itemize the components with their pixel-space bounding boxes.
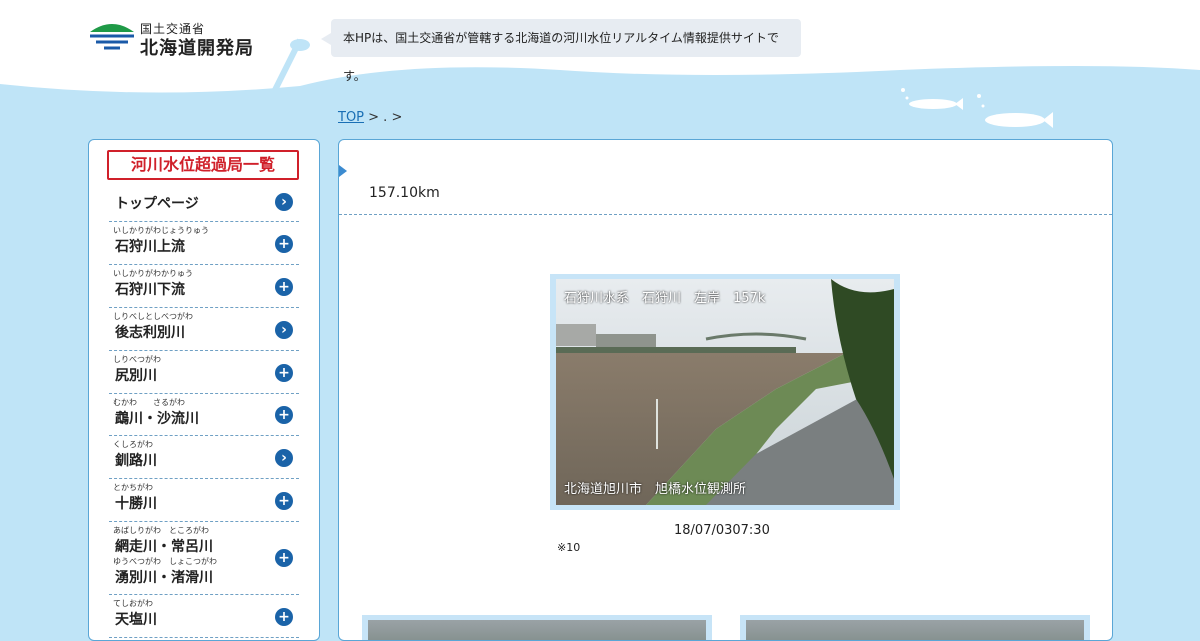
image-timestamp: 18/07/0307:30 xyxy=(674,523,770,538)
sidebar-item-shiribetsu[interactable]: しりべつがわ 尻別川 + xyxy=(109,351,299,394)
sidebar-item-ruby: くしろがわ xyxy=(113,440,153,449)
sidebar-item-ruby: しりべつがわ xyxy=(113,355,161,364)
sidebar-item-label: 石狩川下流 xyxy=(115,282,185,298)
camera-caption-top: 石狩川水系 石狩川 左岸 157k xyxy=(564,291,766,306)
plus-icon: + xyxy=(275,235,293,253)
sidebar-item-label: 石狩川上流 xyxy=(115,239,185,255)
sidebar-item-ruby: しりべしとしべつがわ xyxy=(113,312,193,321)
sidebar-item-ruby: いしかりがわじょうりゅう xyxy=(113,226,209,235)
sidebar-item-ruby: てしおがわ xyxy=(113,599,153,608)
sidebar-item-label: 十勝川 xyxy=(115,496,157,512)
sidebar-item-top-page[interactable]: トップページ › xyxy=(109,183,299,222)
breadcrumb-top-link[interactable]: TOP xyxy=(338,110,364,125)
plus-icon: + xyxy=(275,364,293,382)
plus-icon: + xyxy=(275,549,293,567)
sidebar-item-abashiri-tokoro-yubetsu-shokotsu[interactable]: あばしりがわ ところがわ 網走川・常呂川 ゆうべつがわ しょこつがわ 湧別川・渚… xyxy=(109,522,299,595)
sidebar-item-ishikari-lower[interactable]: いしかりがわかりゅう 石狩川下流 + xyxy=(109,265,299,308)
river-camera-picture xyxy=(556,279,894,505)
sidebar-item-label: 鵡川・沙流川 xyxy=(115,411,199,427)
triangle-marker-icon xyxy=(339,165,347,177)
breadcrumb: TOP > . > xyxy=(338,110,402,125)
camera-caption-bottom: 北海道旭川市 旭橋水位観測所 xyxy=(564,482,747,497)
sidebar-list: トップページ › いしかりがわじょうりゅう 石狩川上流 + いしかりがわかりゅう… xyxy=(109,183,299,638)
camera-thumbnail[interactable] xyxy=(740,615,1090,640)
mlit-emblem-icon xyxy=(90,24,134,50)
sidebar-item-kushiro[interactable]: くしろがわ 釧路川 › xyxy=(109,436,299,479)
sidebar-item-ishikari-upper[interactable]: いしかりがわじょうりゅう 石狩川上流 + xyxy=(109,222,299,265)
plus-icon: + xyxy=(275,492,293,510)
bureau-name: 北海道開発局 xyxy=(140,38,254,59)
plus-icon: + xyxy=(275,406,293,424)
sidebar-item-ruby: あばしりがわ ところがわ xyxy=(113,526,209,535)
mlit-logo[interactable]: 国土交通省 北海道開発局 xyxy=(88,18,268,59)
sidebar-item-label: 湧別川・渚滑川 xyxy=(115,570,213,586)
sidebar-item-ruby: ゆうべつがわ しょこつがわ xyxy=(113,557,217,566)
sidebar-item-mukawa-saru[interactable]: むかわ さるがわ 鵡川・沙流川 + xyxy=(109,394,299,436)
camera-thumbnail[interactable] xyxy=(362,615,712,640)
camera-thumbnail-image xyxy=(746,620,1084,640)
sidebar-item-label: トップページ xyxy=(115,196,199,212)
sidebar-item-teshio[interactable]: てしおがわ 天塩川 + xyxy=(109,595,299,638)
site-header: 国土交通省 北海道開発局 本HPは、国土交通省が管轄する北海道の河川水位リアルタ… xyxy=(0,0,1200,128)
plus-icon: + xyxy=(275,278,293,296)
arrow-right-icon: › xyxy=(275,193,293,211)
sidebar-item-label: 天塩川 xyxy=(115,612,157,628)
camera-thumbnail-image xyxy=(368,620,706,640)
sidebar-item-shiribeshi-toshibetsu[interactable]: しりべしとしべつがわ 後志利別川 › xyxy=(109,308,299,351)
sidebar-title: 河川水位超過局一覧 xyxy=(107,150,299,180)
sidebar-item-label: 尻別川 xyxy=(115,368,157,384)
sidebar-item-ruby: むかわ さるがわ xyxy=(113,398,185,407)
note-text: ※10 xyxy=(557,541,581,554)
distance-label: 157.10km xyxy=(369,185,440,201)
breadcrumb-separator: > . > xyxy=(364,110,403,125)
site-notice: 本HPは、国土交通省が管轄する北海道の河川水位リアルタイム情報提供サイトです。 xyxy=(321,19,801,83)
camera-image: 石狩川水系 石狩川 左岸 157k 北海道旭川市 旭橋水位観測所 xyxy=(556,279,894,505)
arrow-right-icon: › xyxy=(275,449,293,467)
sidebar-item-label: 釧路川 xyxy=(115,453,157,469)
sidebar-item-ruby: とかちがわ xyxy=(113,483,153,492)
arrow-right-icon: › xyxy=(275,321,293,339)
divider xyxy=(339,214,1112,215)
plus-icon: + xyxy=(275,608,293,626)
sidebar-item-label: 網走川・常呂川 xyxy=(115,539,213,555)
sidebar: 河川水位超過局一覧 トップページ › いしかりがわじょうりゅう 石狩川上流 + … xyxy=(88,139,320,641)
camera-image-frame[interactable]: 石狩川水系 石狩川 左岸 157k 北海道旭川市 旭橋水位観測所 xyxy=(550,274,900,510)
fish-decoration-icon xyxy=(901,88,1053,128)
sidebar-item-label: 後志利別川 xyxy=(115,325,185,341)
sidebar-item-tokachi[interactable]: とかちがわ 十勝川 + xyxy=(109,479,299,522)
sidebar-item-ruby: いしかりがわかりゅう xyxy=(113,269,193,278)
main-panel: 157.10km 石狩川水系 石狩川 左岸 157k 北海道旭川市 旭橋水位観測… xyxy=(338,139,1113,641)
